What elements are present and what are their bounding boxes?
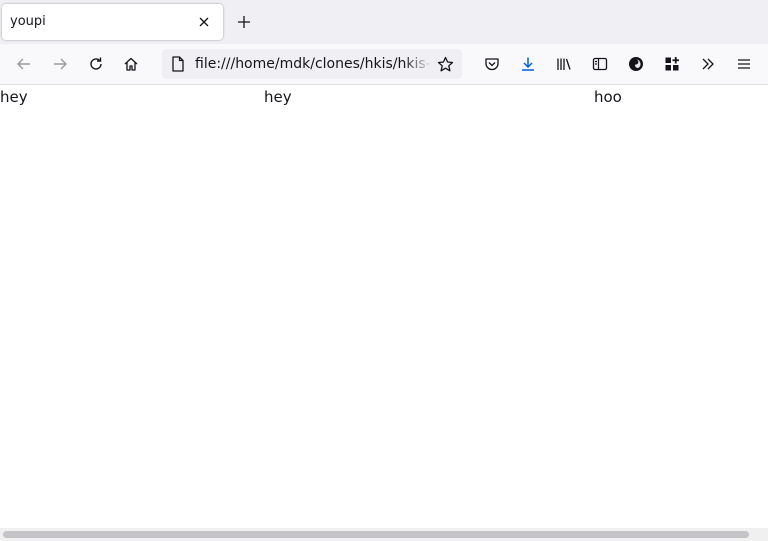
app-menu-button[interactable] [730, 50, 758, 78]
tab-strip: youpi [0, 0, 768, 44]
forward-button[interactable] [46, 50, 74, 78]
close-icon[interactable] [198, 16, 210, 28]
downloads-button[interactable] [514, 50, 542, 78]
home-icon [124, 57, 138, 71]
extensions-button[interactable] [658, 50, 686, 78]
account-icon [629, 57, 643, 71]
horizontal-scrollbar[interactable] [0, 528, 768, 541]
page-content: hey hey hoo [0, 85, 768, 528]
tab-title: youpi [10, 14, 46, 29]
table-cell: hey [264, 88, 292, 106]
home-button[interactable] [117, 50, 145, 78]
account-button[interactable] [622, 50, 650, 78]
tab-youpi[interactable]: youpi [2, 4, 223, 40]
plus-icon [238, 16, 250, 28]
star-icon[interactable] [436, 55, 454, 73]
back-arrow-icon [17, 58, 30, 70]
back-button[interactable] [10, 50, 38, 78]
overflow-menu-button[interactable] [694, 50, 722, 78]
scrollbar-thumb[interactable] [3, 531, 749, 538]
table-cell: hey [0, 88, 28, 106]
download-icon [522, 57, 534, 71]
url-bar[interactable]: file:///home/mdk/clones/hkis/hkis-websit… [162, 49, 462, 79]
page-icon [170, 56, 186, 72]
pocket-icon [485, 58, 499, 71]
library-button[interactable] [550, 50, 578, 78]
sidebar-button[interactable] [586, 50, 614, 78]
extensions-icon [665, 57, 679, 71]
overflow-chevrons-icon [702, 58, 714, 70]
navigation-toolbar: file:///home/mdk/clones/hkis/hkis-websit… [0, 44, 768, 85]
hamburger-menu-icon [738, 59, 750, 69]
forward-arrow-icon [54, 58, 67, 70]
table-cell: hoo [594, 88, 622, 106]
reload-icon [90, 57, 102, 70]
reload-button[interactable] [82, 50, 110, 78]
url-text[interactable]: file:///home/mdk/clones/hkis/hkis-websit… [195, 56, 432, 72]
library-icon [557, 58, 571, 70]
sidebar-icon [592, 57, 608, 71]
new-tab-button[interactable] [234, 12, 254, 32]
pocket-button[interactable] [478, 50, 506, 78]
